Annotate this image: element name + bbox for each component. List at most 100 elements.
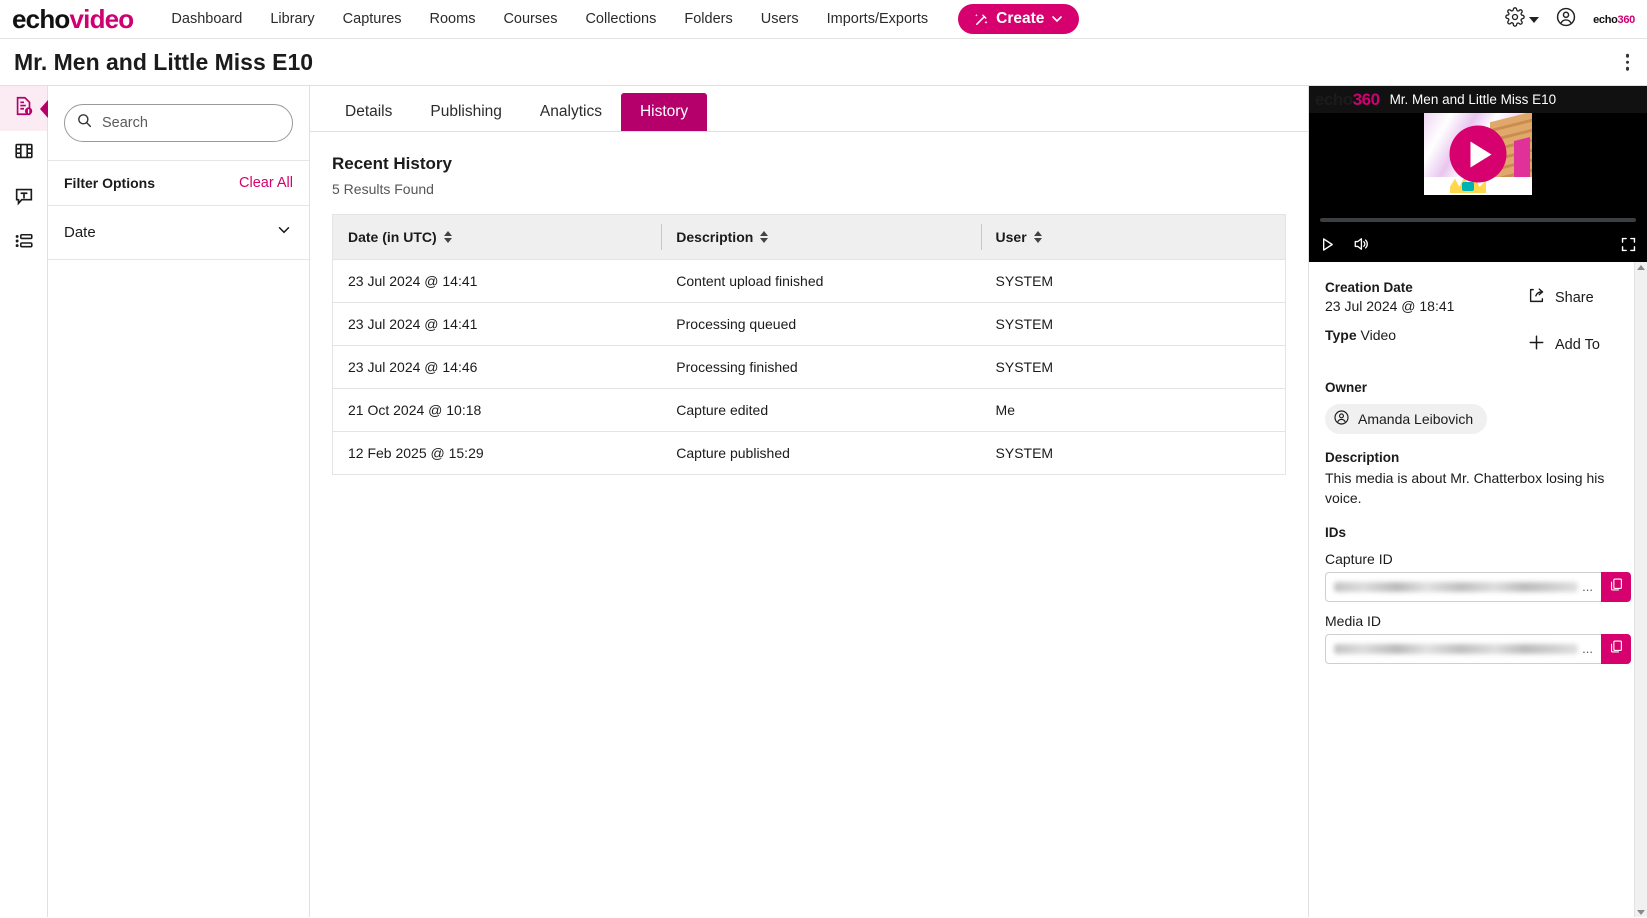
media-id-redacted-value [1334,643,1579,654]
tab-history[interactable]: History [620,93,708,131]
creation-date-value: 23 Jul 2024 @ 18:41 [1325,298,1455,314]
nav-item-folders[interactable]: Folders [670,5,746,33]
share-button[interactable]: Share [1527,286,1631,309]
capture-id-field[interactable]: ... [1325,571,1601,602]
player-controls [1309,226,1647,262]
owner-chip[interactable]: Amanda Leibovich [1325,404,1488,434]
chevron-down-icon [275,221,293,244]
add-to-label: Add To [1555,336,1600,353]
rail-item-captions[interactable] [0,176,47,221]
column-header-user[interactable]: User [980,214,1286,260]
nav-item-users[interactable]: Users [747,5,813,33]
owner-label: Owner [1325,380,1368,395]
history-panel: Recent History 5 Results Found Date (in … [310,132,1308,917]
table-row[interactable]: 23 Jul 2024 @ 14:41 Processing queued SY… [332,302,1286,346]
settings-caret-icon [1529,16,1540,23]
wand-icon [974,12,989,27]
filter-group-date[interactable]: Date [48,206,309,260]
column-header-user-label: User [995,229,1027,245]
nav-item-library[interactable]: Library [256,5,328,33]
table-row[interactable]: 23 Jul 2024 @ 14:46 Processing finished … [332,345,1286,389]
logo-video-text: video [69,3,134,34]
fullscreen-icon[interactable] [1620,236,1637,253]
cell-user: SYSTEM [980,302,1286,346]
create-button[interactable]: Create [958,4,1080,34]
scroll-up-arrow[interactable] [1635,262,1647,273]
add-to-button[interactable]: Add To [1527,333,1631,356]
copy-media-id-button[interactable] [1601,633,1631,664]
filter-group-date-label: Date [64,224,96,241]
table-row[interactable]: 12 Feb 2025 @ 15:29 Capture published SY… [332,431,1286,475]
column-header-description[interactable]: Description [661,214,981,260]
main-content-area: Details Publishing Analytics History Rec… [310,86,1309,917]
player-progress-bar[interactable] [1320,218,1636,222]
rail-item-media-frames[interactable] [0,131,47,176]
media-id-ellipsis: ... [1582,641,1593,657]
search-area [48,86,309,161]
caption-bubble-icon [13,185,35,212]
sort-icon[interactable] [760,231,769,243]
table-row[interactable]: 21 Oct 2024 @ 10:18 Capture edited Me [332,388,1286,432]
metadata-top-grid: Creation Date 23 Jul 2024 @ 18:41 Type V… [1325,280,1631,380]
list-items-icon [13,230,35,257]
play-overlay-button[interactable] [1449,125,1507,183]
capture-id-ellipsis: ... [1582,579,1593,595]
play-button[interactable] [1319,236,1336,253]
copy-capture-id-button[interactable] [1601,571,1631,602]
cell-user: SYSTEM [980,431,1286,475]
player-header: echo360 Mr. Men and Little Miss E10 [1309,86,1647,113]
echovideo-logo[interactable]: echovideo [12,3,134,35]
sort-icon[interactable] [443,231,452,243]
sort-icon[interactable] [1033,231,1042,243]
table-row[interactable]: 23 Jul 2024 @ 14:41 Content upload finis… [332,259,1286,303]
column-header-date-label: Date (in UTC) [348,229,437,245]
kebab-dot [1625,60,1629,64]
detail-tabs: Details Publishing Analytics History [310,86,1308,132]
column-header-date[interactable]: Date (in UTC) [332,214,662,260]
player-stage[interactable] [1309,113,1647,195]
main-nav-links: Dashboard Library Captures Rooms Courses… [157,5,942,33]
tab-analytics[interactable]: Analytics [521,93,621,131]
player-echo360-logo: echo360 [1315,90,1380,110]
details-scrollbar[interactable] [1634,262,1647,917]
nav-item-courses[interactable]: Courses [489,5,571,33]
search-box[interactable] [64,104,293,142]
tab-details[interactable]: Details [326,93,411,131]
rail-item-playlist[interactable] [0,221,47,266]
nav-item-rooms[interactable]: Rooms [416,5,490,33]
rail-item-media-info[interactable] [0,86,48,131]
left-icon-rail [0,86,48,917]
media-id-row: ... [1325,633,1631,664]
capture-id-redacted-value [1334,581,1579,592]
capture-id-row: ... [1325,571,1631,602]
nav-item-dashboard[interactable]: Dashboard [157,5,256,33]
nav-item-collections[interactable]: Collections [571,5,670,33]
cell-date: 12 Feb 2025 @ 15:29 [332,431,662,475]
clear-all-button[interactable]: Clear All [239,175,293,191]
chevron-up-icon [1637,265,1645,270]
create-button-label: Create [996,10,1045,27]
nav-item-captures[interactable]: Captures [329,5,416,33]
user-account-icon[interactable] [1555,6,1577,33]
search-icon [77,113,92,133]
search-input[interactable] [102,115,280,131]
media-id-field[interactable]: ... [1325,633,1601,664]
media-id-label: Media ID [1325,612,1382,629]
nav-item-imports-exports[interactable]: Imports/Exports [813,5,943,33]
more-options-icon[interactable] [1622,50,1634,75]
filter-options-header: Filter Options Clear All [48,161,309,206]
tab-publishing[interactable]: Publishing [411,93,521,131]
scroll-down-arrow[interactable] [1635,910,1647,915]
film-strip-icon [13,140,35,167]
type-row: Type Video [1325,327,1527,343]
chevron-down-icon [1051,13,1063,25]
volume-icon[interactable] [1352,235,1370,253]
ids-label: IDs [1325,524,1347,540]
share-label: Share [1555,289,1594,306]
echo360-logo-echo: echo [1593,13,1618,26]
history-table-body: 23 Jul 2024 @ 14:41 Content upload finis… [332,259,1286,475]
settings-menu-button[interactable] [1505,7,1540,32]
recent-history-heading: Recent History [332,154,452,173]
echo360-corner-logo: echo360 [1593,14,1635,26]
cell-user: Me [980,388,1286,432]
